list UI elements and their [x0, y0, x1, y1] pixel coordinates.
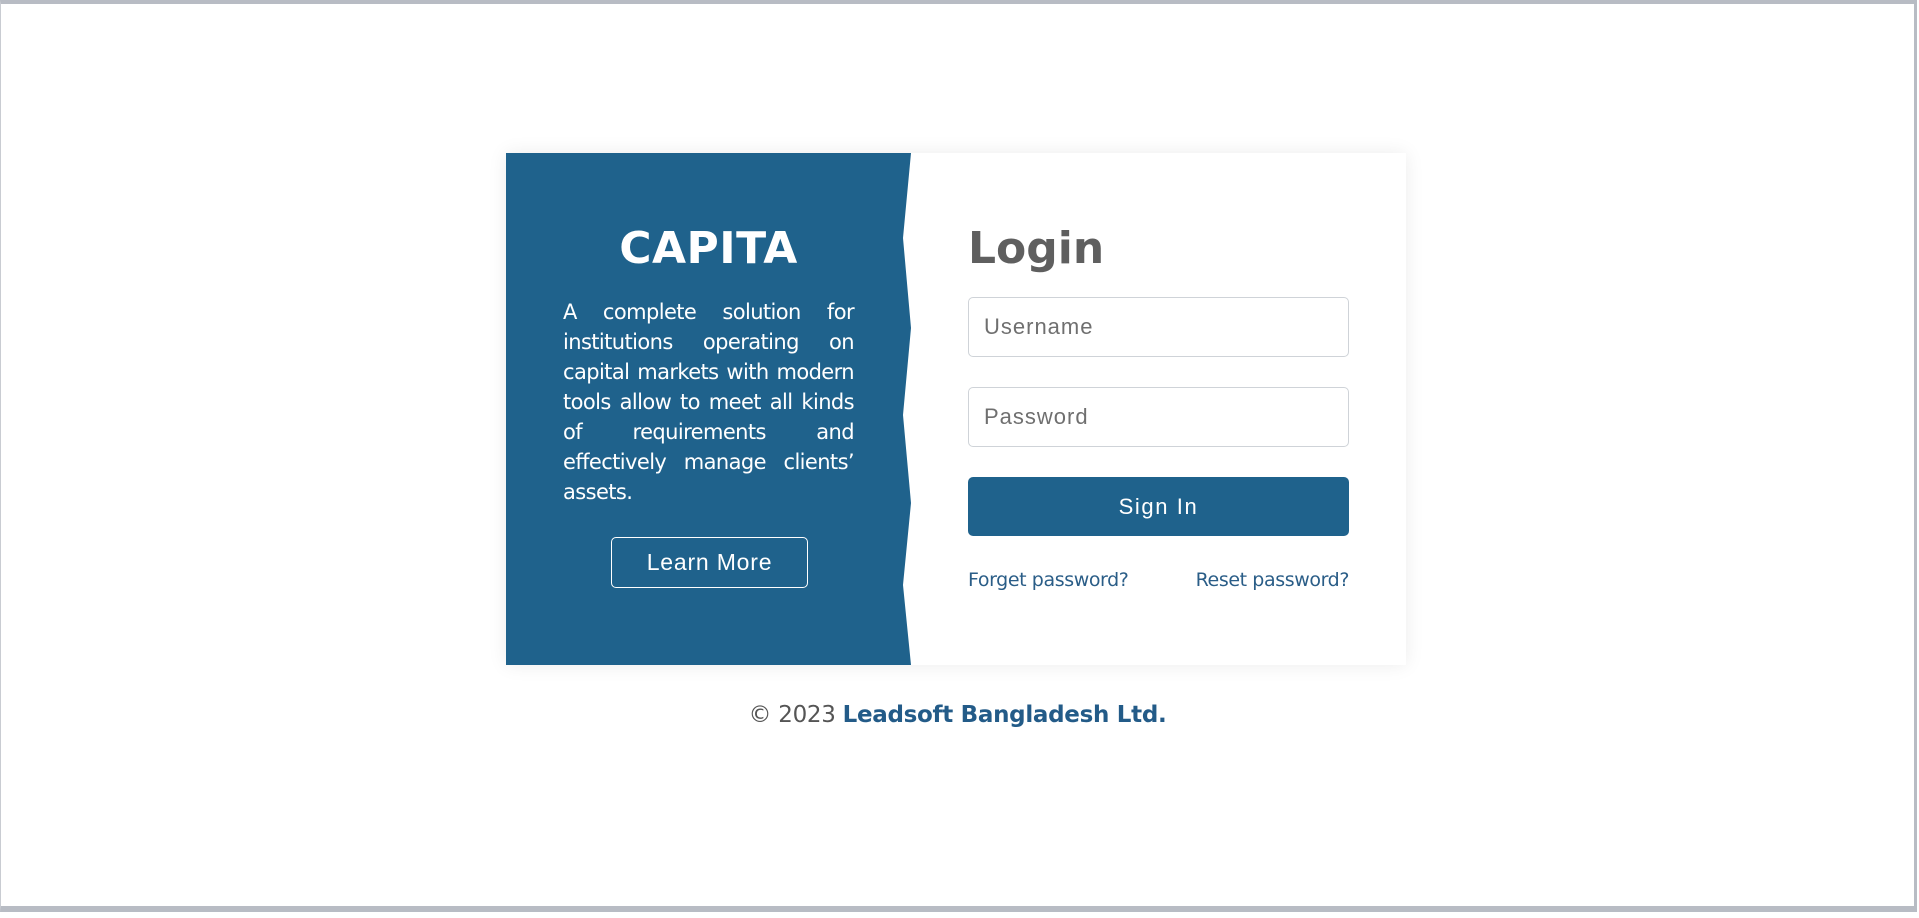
company-name: Leadsoft Bangladesh Ltd.	[842, 702, 1167, 728]
footer: © 2023 Leadsoft Bangladesh Ltd.	[1, 702, 1914, 728]
login-card: CAPITA A complete solution for instituti…	[506, 153, 1406, 665]
username-input[interactable]	[968, 297, 1349, 357]
login-title: Login	[968, 223, 1105, 274]
learn-more-button[interactable]: Learn More	[611, 537, 808, 588]
forget-password-link[interactable]: Forget password?	[968, 569, 1129, 591]
password-input[interactable]	[968, 387, 1349, 447]
brand-title: CAPITA	[619, 223, 798, 274]
copyright-text: © 2023	[748, 702, 836, 728]
sign-in-button[interactable]: Sign In	[968, 477, 1349, 536]
brand-description: A complete solution for institutions ope…	[563, 300, 855, 504]
reset-password-link[interactable]: Reset password?	[1196, 569, 1350, 591]
browser-frame: CAPITA A complete solution for instituti…	[0, 0, 1917, 912]
brand-panel: CAPITA A complete solution for instituti…	[506, 153, 911, 665]
